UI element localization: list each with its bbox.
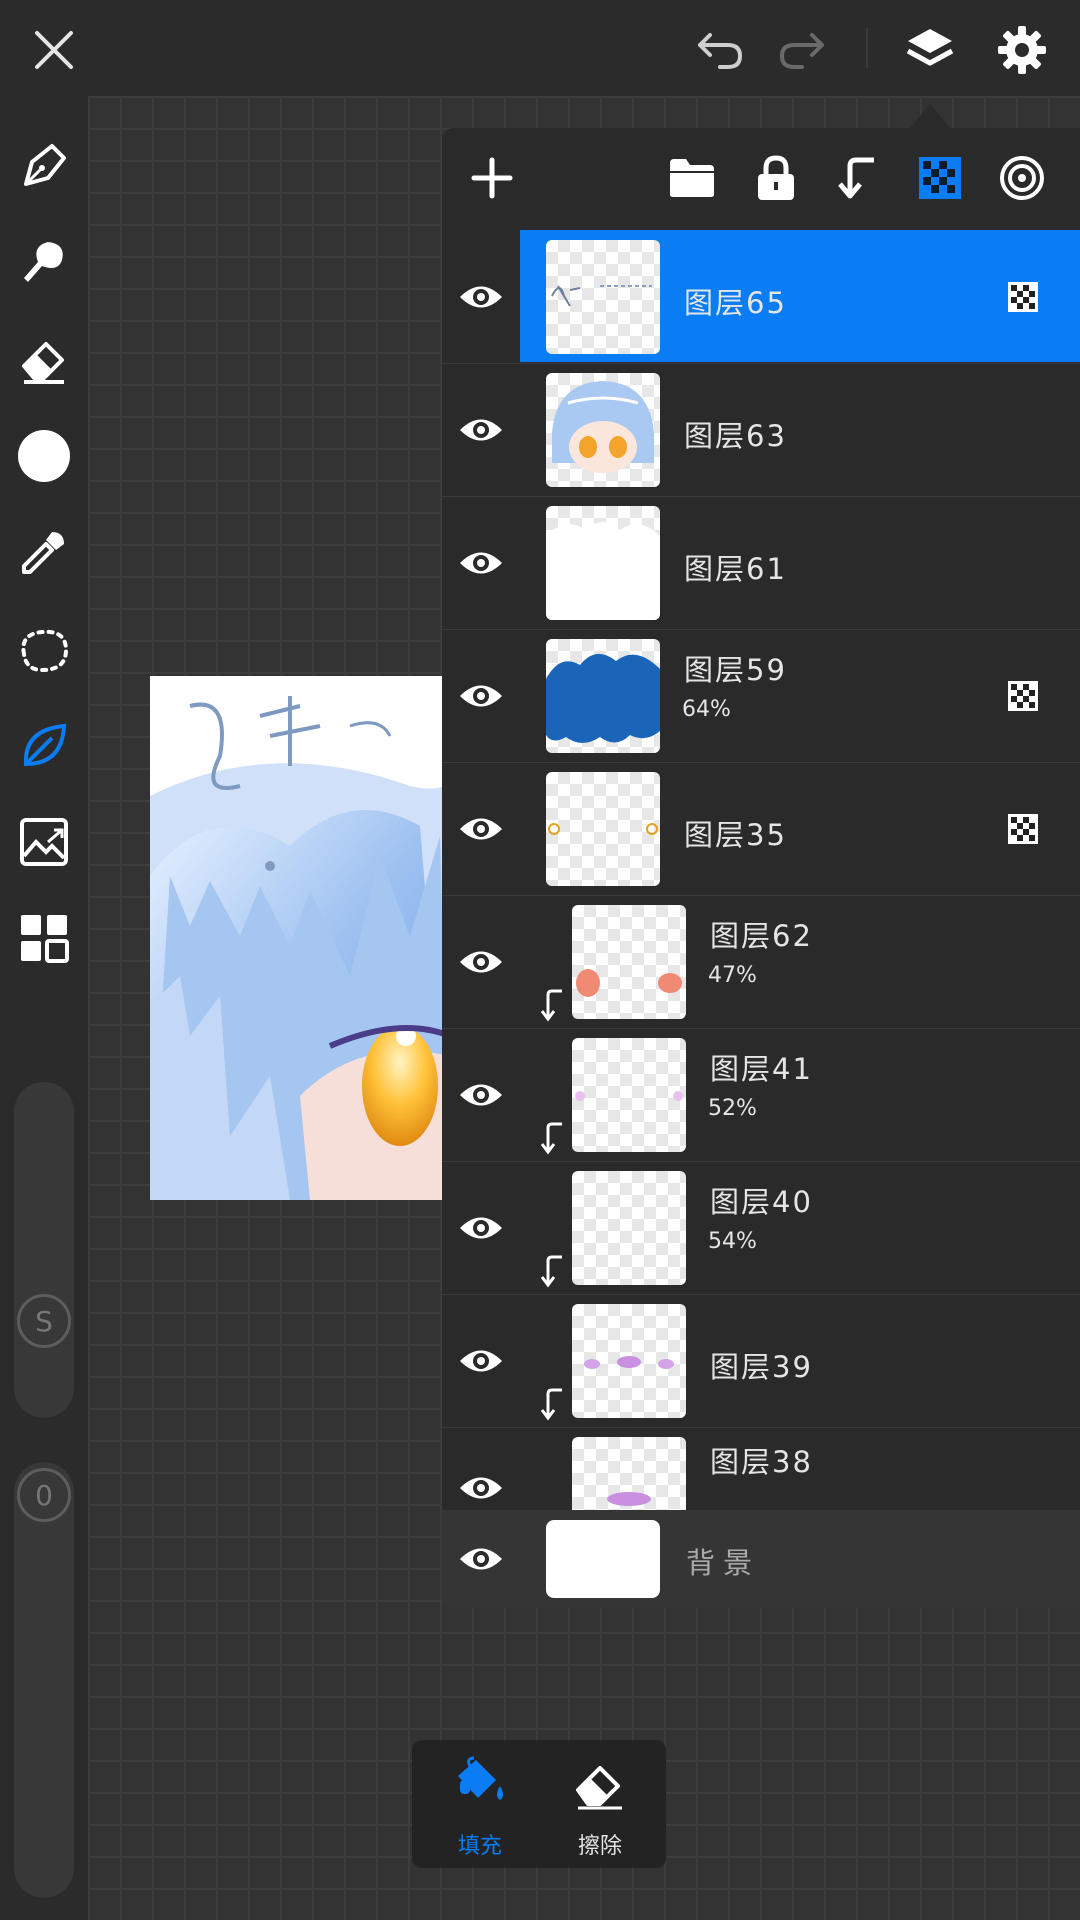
layer-thumbnail xyxy=(572,1437,686,1510)
top-bar xyxy=(0,0,1080,96)
layer-name: 图层40 xyxy=(710,1185,813,1219)
visibility-eye-icon[interactable] xyxy=(458,540,504,586)
eyedropper-icon[interactable] xyxy=(14,522,74,582)
layer-row[interactable]: 图层59 64% xyxy=(442,629,1080,763)
grid-menu-icon[interactable] xyxy=(14,908,74,968)
eraser-icon xyxy=(576,1766,622,1810)
layer-thumbnail xyxy=(572,1171,686,1285)
redo-icon[interactable] xyxy=(772,22,832,76)
layer-thumbnail xyxy=(572,1038,686,1152)
paint-bucket-icon xyxy=(458,1756,503,1800)
visibility-eye-icon[interactable] xyxy=(458,1536,504,1582)
layer-row[interactable]: 图层38 xyxy=(442,1427,1080,1510)
pen-icon[interactable] xyxy=(14,136,74,196)
close-icon[interactable] xyxy=(28,24,80,76)
layer-name: 图层39 xyxy=(710,1350,813,1384)
layer-opacity: 64% xyxy=(682,697,731,722)
background-layer-name: 背景 xyxy=(686,1546,761,1580)
layer-name: 图层63 xyxy=(684,419,787,453)
layer-row[interactable]: 图层41 52% xyxy=(442,1028,1080,1162)
eraser-icon[interactable] xyxy=(14,330,74,390)
toolbar-divider xyxy=(866,28,868,68)
visibility-eye-icon[interactable] xyxy=(458,1465,504,1510)
layer-row[interactable]: 图层63 xyxy=(442,363,1080,497)
blend-mode-icon[interactable] xyxy=(994,150,1050,206)
layers-panel-toolbar xyxy=(442,128,1080,230)
layer-name: 图层35 xyxy=(684,818,787,852)
visibility-eye-icon[interactable] xyxy=(458,1205,504,1251)
layer-thumbnail xyxy=(572,1304,686,1418)
panel-pointer xyxy=(910,104,950,128)
layer-row[interactable]: 图层62 47% xyxy=(442,895,1080,1029)
clipping-arrow-icon xyxy=(540,1122,562,1155)
clipping-arrow-icon xyxy=(540,1388,562,1421)
image-import-icon[interactable] xyxy=(14,812,74,872)
alpha-lock-badge-icon xyxy=(1008,282,1038,312)
clipping-arrow-icon xyxy=(540,1255,562,1288)
smudge-icon[interactable] xyxy=(14,232,74,292)
alpha-lock-icon[interactable] xyxy=(912,150,968,206)
layer-opacity: 47% xyxy=(708,963,757,988)
folder-icon[interactable] xyxy=(664,150,720,206)
erase-label: 擦除 xyxy=(577,1834,622,1859)
visibility-eye-icon[interactable] xyxy=(458,806,504,852)
brush-size-slider[interactable]: S xyxy=(14,1082,74,1418)
background-thumbnail xyxy=(546,1520,660,1598)
stabilizer-knob[interactable]: S xyxy=(17,1294,71,1348)
visibility-eye-icon[interactable] xyxy=(458,673,504,719)
visibility-eye-icon[interactable] xyxy=(458,1338,504,1384)
fill-button[interactable]: 填充 xyxy=(420,1740,540,1868)
visibility-eye-icon[interactable] xyxy=(458,407,504,453)
layer-thumbnail xyxy=(546,639,660,753)
settings-gear-icon[interactable] xyxy=(992,20,1052,80)
layer-name: 图层59 xyxy=(684,653,787,687)
opacity-label: 0 xyxy=(35,1478,53,1512)
layer-thumbnail xyxy=(546,772,660,886)
layer-row[interactable]: 图层61 xyxy=(442,496,1080,630)
layer-opacity: 54% xyxy=(708,1229,757,1254)
alpha-lock-badge-icon xyxy=(1008,814,1038,844)
layers-panel: 图层65 图层63 图层61 图层59 64% 图层35 图层62 47% 图层… xyxy=(442,128,1080,1608)
visibility-eye-icon[interactable] xyxy=(458,939,504,985)
undo-icon[interactable] xyxy=(690,22,750,76)
layer-row[interactable]: 图层40 54% xyxy=(442,1161,1080,1295)
lock-icon[interactable] xyxy=(748,150,804,206)
layer-thumbnail xyxy=(546,373,660,487)
layer-thumbnail xyxy=(546,240,660,354)
left-toolbar: S 0 xyxy=(0,96,88,1920)
layer-name: 图层38 xyxy=(710,1445,813,1479)
layer-row[interactable]: 图层65 xyxy=(442,230,1080,364)
layers-icon[interactable] xyxy=(900,20,960,80)
layer-thumbnail xyxy=(546,506,660,620)
layer-row[interactable]: 图层39 xyxy=(442,1294,1080,1428)
clipping-arrow-icon xyxy=(540,989,562,1022)
layer-name: 图层61 xyxy=(684,552,787,586)
color-swatch[interactable] xyxy=(14,426,74,486)
fill-label: 填充 xyxy=(457,1834,502,1859)
clip-icon[interactable] xyxy=(830,150,886,206)
fill-erase-popup: 填充 擦除 xyxy=(412,1740,666,1868)
visibility-eye-icon[interactable] xyxy=(458,274,504,320)
add-layer-icon[interactable] xyxy=(464,150,520,206)
layer-name: 图层41 xyxy=(710,1052,813,1086)
layer-name: 图层65 xyxy=(684,286,787,320)
layer-thumbnail xyxy=(572,905,686,1019)
alpha-lock-badge-icon xyxy=(1008,681,1038,711)
layer-row[interactable]: 图层35 xyxy=(442,762,1080,896)
layer-name: 图层62 xyxy=(710,919,813,953)
lasso-icon[interactable] xyxy=(14,620,74,680)
leaf-icon[interactable] xyxy=(14,716,74,776)
background-layer-row[interactable]: 背景 xyxy=(442,1510,1080,1608)
erase-button[interactable]: 擦除 xyxy=(540,1740,660,1868)
opacity-knob[interactable]: 0 xyxy=(17,1468,71,1522)
stabilizer-label: S xyxy=(35,1304,53,1338)
visibility-eye-icon[interactable] xyxy=(458,1072,504,1118)
brush-opacity-slider[interactable]: 0 xyxy=(14,1462,74,1898)
layer-opacity: 52% xyxy=(708,1096,757,1121)
layer-list[interactable]: 图层65 图层63 图层61 图层59 64% 图层35 图层62 47% 图层… xyxy=(442,230,1080,1510)
